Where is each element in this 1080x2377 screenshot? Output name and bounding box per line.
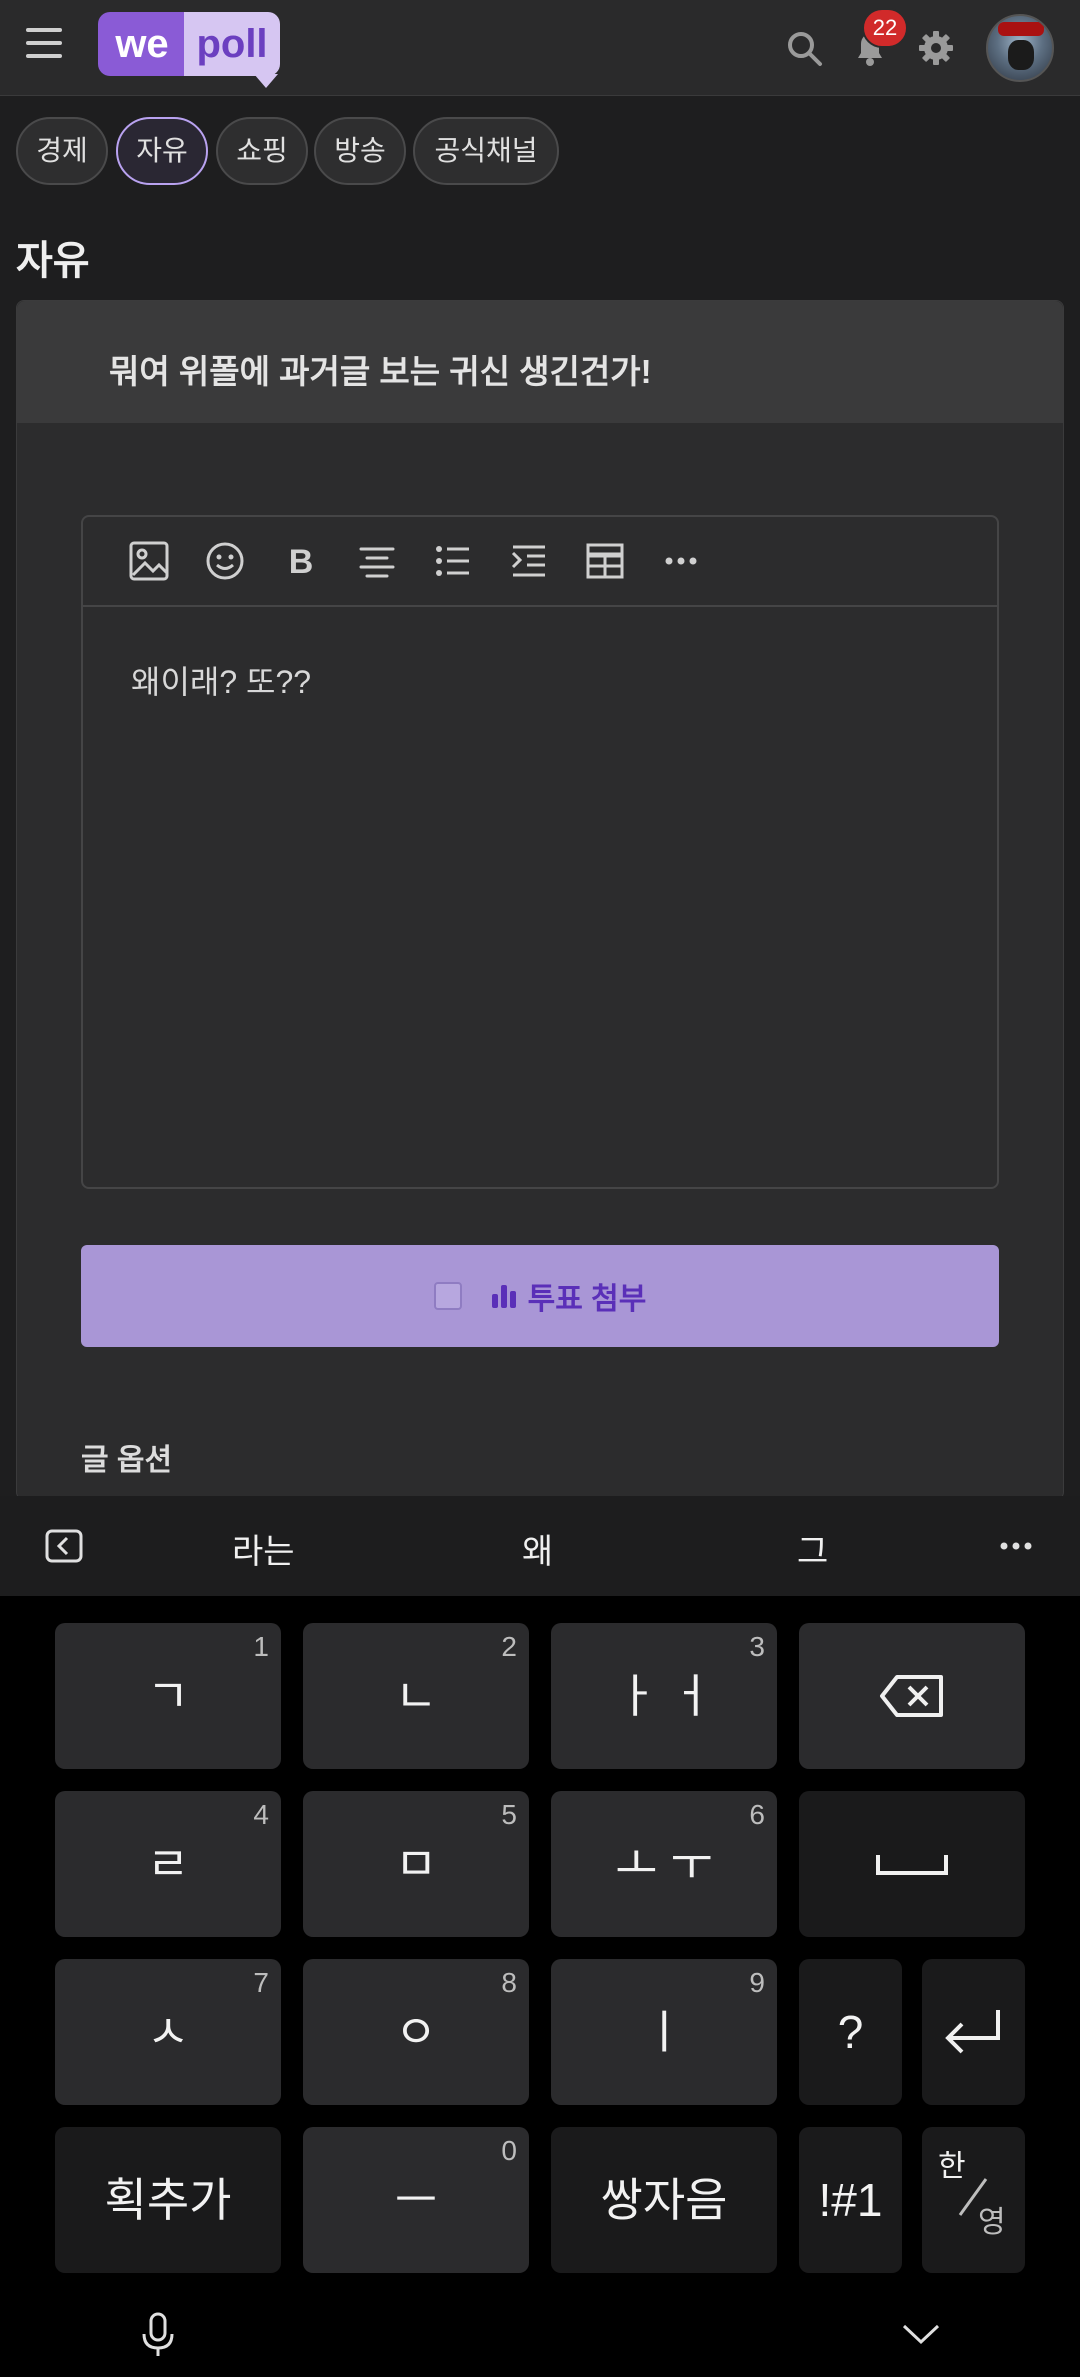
key-rieul[interactable]: ㄹ 4 (55, 1791, 281, 1937)
key-number: 9 (749, 1967, 765, 1998)
lang-bottom: 영 (978, 2206, 1006, 2239)
key-number: 3 (749, 1631, 765, 1662)
menu-icon[interactable] (26, 28, 62, 64)
bar-chart-icon (491, 1285, 516, 1308)
key-a-eo[interactable]: ㅏ ㅓ 3 (551, 1623, 777, 1769)
key-label: ? (837, 2006, 864, 2058)
wepoll-logo[interactable]: we poll (98, 12, 282, 88)
key-i[interactable]: ㅣ 9 (551, 1959, 777, 2105)
backspace-key[interactable] (799, 1623, 1025, 1769)
enter-key[interactable] (922, 1959, 1025, 2105)
key-number: 0 (501, 2135, 517, 2166)
post-title: 뭐여 위폴에 과거글 보는 귀신 생긴건가! (109, 353, 652, 390)
avatar[interactable] (986, 14, 1054, 82)
emoji-icon[interactable] (203, 539, 247, 583)
key-o-u[interactable]: ㅗ ㅜ 6 (551, 1791, 777, 1937)
more-suggestions-icon[interactable] (996, 1532, 1036, 1560)
logo-we: we (98, 12, 186, 76)
gear-icon[interactable] (916, 28, 956, 68)
add-stroke-key[interactable]: 획추가 (55, 2127, 281, 2273)
keyboard-suggestion-bar: 라는 왜 그 (0, 1496, 1080, 1596)
bold-icon[interactable]: B (279, 539, 323, 583)
key-nieun[interactable]: ㄴ 2 (303, 1623, 529, 1769)
image-icon[interactable] (127, 539, 171, 583)
key-label: ㅅ (146, 2006, 190, 2058)
key-number: 5 (501, 1799, 517, 1830)
suggestion-2[interactable]: 왜 (522, 1524, 553, 1573)
double-consonant-key[interactable]: 쌍자음 (551, 2127, 777, 2273)
key-label: 획추가 (104, 2174, 232, 2226)
key-giyeok[interactable]: ㄱ 1 (55, 1623, 281, 1769)
post-editor[interactable]: B 왜이래? 또?? (81, 515, 999, 1189)
key-ieung[interactable]: ㅇ 8 (303, 1959, 529, 2105)
editor-toolbar: B (83, 517, 997, 607)
more-icon[interactable] (659, 539, 703, 583)
align-center-icon[interactable] (355, 539, 399, 583)
poll-label: 투표 첨부 (527, 1283, 647, 1316)
key-label: !#1 (818, 2174, 883, 2226)
key-label: 쌍자음 (600, 2174, 728, 2226)
post-options-heading: 글 옵션 (81, 1444, 173, 1477)
chip-free[interactable]: 자유 (116, 117, 208, 185)
symbols-key[interactable]: !#1 (799, 2127, 902, 2273)
search-icon[interactable] (784, 28, 824, 68)
keyboard: ㄱ 1 ㄴ 2 ㅏ ㅓ 3 ㄹ 4 ㅁ 5 ㅗ ㅜ 6 ㅅ 7 ㅇ 8 ㅣ 9 … (0, 1596, 1080, 2377)
key-number: 6 (749, 1799, 765, 1830)
key-label: ㄱ (146, 1670, 190, 1722)
hide-keyboard-icon[interactable] (900, 2320, 942, 2348)
app-header: we poll 22 (0, 0, 1080, 96)
key-label: ㅣ (642, 2006, 686, 2058)
svg-text:B: B (289, 543, 314, 581)
suggestion-1[interactable]: 라는 (232, 1524, 295, 1573)
avatar-banner (998, 22, 1044, 36)
chip-shopping[interactable]: 쇼핑 (216, 117, 308, 185)
key-number: 8 (501, 1967, 517, 1998)
chip-official[interactable]: 공식채널 (413, 117, 559, 185)
space-icon (876, 1855, 948, 1875)
key-number: 1 (253, 1631, 269, 1662)
suggestion-3[interactable]: 그 (797, 1524, 828, 1573)
keyboard-bottom-bar (0, 2296, 1080, 2377)
poll-checkbox[interactable] (433, 1282, 462, 1310)
chip-broadcast[interactable]: 방송 (314, 117, 406, 185)
key-label: ㄹ (146, 1838, 190, 1890)
post-card: 뭐여 위폴에 과거글 보는 귀신 생긴건가! B 왜이래? 또?? 투표 첨부 … (16, 300, 1064, 1500)
key-label: ㅡ (394, 2174, 438, 2226)
indent-icon[interactable] (507, 539, 551, 583)
key-number: 2 (501, 1631, 517, 1662)
key-number: 4 (253, 1799, 269, 1830)
question-key[interactable]: ? (799, 1959, 902, 2105)
key-mieum[interactable]: ㅁ 5 (303, 1791, 529, 1937)
chip-economy[interactable]: 경제 (16, 117, 108, 185)
key-number: 7 (253, 1967, 269, 1998)
key-eu[interactable]: ㅡ 0 (303, 2127, 529, 2273)
key-label: ㅁ (394, 1838, 438, 1890)
enter-icon (945, 2010, 1000, 2054)
notification-badge: 22 (862, 8, 908, 48)
backspace-icon (880, 1675, 943, 1717)
logo-tail (254, 74, 278, 88)
avatar-figure (1008, 40, 1034, 70)
table-icon[interactable] (583, 539, 627, 583)
keyboard-back-icon[interactable] (44, 1526, 84, 1566)
key-label: ㅗ ㅜ (615, 1838, 713, 1890)
post-title-bar[interactable]: 뭐여 위폴에 과거글 보는 귀신 생긴건가! (17, 301, 1063, 423)
key-label: ㄴ (394, 1670, 438, 1722)
attach-poll-button[interactable]: 투표 첨부 (81, 1245, 999, 1347)
language-switch-key[interactable]: 한 영 (922, 2127, 1025, 2273)
board-title: 자유 (16, 239, 90, 283)
editor-body[interactable]: 왜이래? 또?? (131, 657, 311, 703)
microphone-icon[interactable] (138, 2310, 178, 2360)
key-label: ㅏ ㅓ (615, 1670, 713, 1722)
space-key[interactable] (799, 1791, 1025, 1937)
bullet-list-icon[interactable] (431, 539, 475, 583)
key-siot[interactable]: ㅅ 7 (55, 1959, 281, 2105)
key-label: ㅇ (394, 2006, 438, 2058)
logo-poll: poll (184, 12, 280, 76)
